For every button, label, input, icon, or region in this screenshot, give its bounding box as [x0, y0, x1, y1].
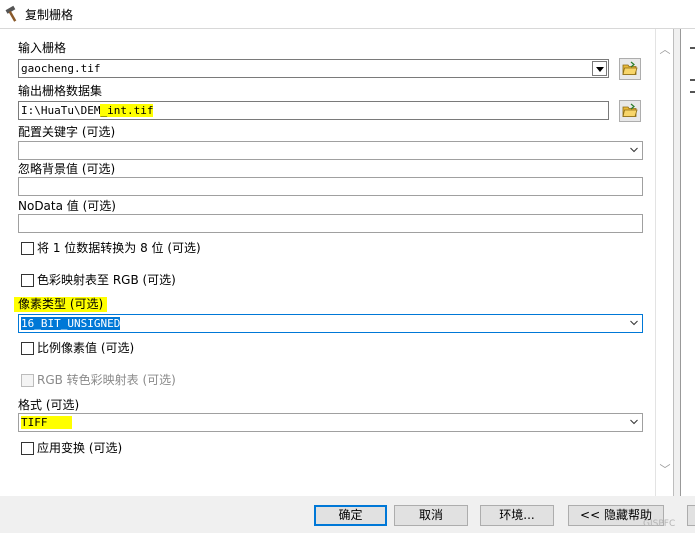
input-raster-label: 输入栅格 [18, 41, 67, 55]
open-folder-icon [622, 61, 638, 75]
ignore-background-input[interactable] [18, 177, 643, 196]
hammer-icon [5, 5, 17, 22]
help-text-fragment [690, 47, 695, 49]
transform-checkbox[interactable] [21, 442, 34, 455]
help-text-fragment [690, 91, 695, 93]
help-panel [680, 29, 695, 496]
cancel-button[interactable]: 取消 [394, 505, 468, 526]
chevron-down-icon [630, 419, 638, 425]
extra-button[interactable] [687, 505, 695, 526]
pixel-type-value: 16_BIT_UNSIGNED [21, 317, 121, 330]
help-text-fragment [690, 79, 695, 81]
convert-1bit-checkbox[interactable] [21, 242, 34, 255]
config-keyword-label: 配置关键字 (可选) [18, 125, 116, 139]
convert-1bit-label: 将 1 位数据转换为 8 位 (可选) [37, 241, 201, 255]
transform-label: 应用变换 (可选) [37, 441, 123, 455]
scroll-up-icon[interactable]: ︿ [658, 43, 672, 57]
window-title: 复制栅格 [25, 8, 74, 22]
pixel-type-select[interactable]: 16_BIT_UNSIGNED [18, 314, 643, 333]
title-bar: 复制栅格 [0, 0, 695, 29]
colormap-rgb-label: 色彩映射表至 RGB (可选) [37, 273, 176, 287]
combo-dropdown-button[interactable] [592, 61, 607, 76]
open-folder-icon [622, 103, 638, 117]
button-bar: 确定 取消 环境... << 隐藏帮助 [0, 496, 695, 533]
format-label: 格式 (可选) [18, 398, 80, 412]
pixel-type-label: 像素类型 (可选) [14, 297, 108, 312]
format-select[interactable]: TIFF [18, 413, 643, 432]
ignore-background-label: 忽略背景值 (可选) [18, 162, 116, 176]
scale-pixel-checkbox[interactable] [21, 342, 34, 355]
output-raster-suffix: _int.tif [100, 104, 154, 117]
output-browse-button[interactable] [619, 100, 641, 122]
input-raster-value: gaocheng.tif [21, 62, 101, 75]
watermark: GISPFC [643, 519, 676, 529]
output-raster-input[interactable]: I:\HuaTu\DEM_int.tif [18, 101, 609, 120]
nodata-label: NoData 值 (可选) [18, 199, 116, 213]
environments-button[interactable]: 环境... [480, 505, 554, 526]
scroll-down-icon[interactable]: ﹀ [658, 463, 672, 477]
input-browse-button[interactable] [619, 58, 641, 80]
chevron-down-icon [630, 147, 638, 153]
form-scrollbar[interactable]: ︿ ﹀ [655, 29, 673, 496]
nodata-input[interactable] [18, 214, 643, 233]
config-keyword-select[interactable] [18, 141, 643, 160]
input-raster-combobox[interactable]: gaocheng.tif [18, 59, 609, 78]
rgb-colormap-checkbox [21, 374, 34, 387]
rgb-colormap-label: RGB 转色彩映射表 (可选) [37, 373, 176, 387]
format-value: TIFF [21, 416, 72, 429]
chevron-down-icon [630, 320, 638, 326]
scale-pixel-label: 比例像素值 (可选) [37, 341, 135, 355]
output-raster-path: I:\HuaTu\DEM [21, 104, 101, 117]
colormap-rgb-checkbox[interactable] [21, 274, 34, 287]
tool-form: 输入栅格 gaocheng.tif 输出栅格数据集 I:\HuaTu\DEM_i… [0, 29, 655, 496]
output-raster-label: 输出栅格数据集 [18, 84, 103, 98]
ok-button[interactable]: 确定 [314, 505, 387, 526]
